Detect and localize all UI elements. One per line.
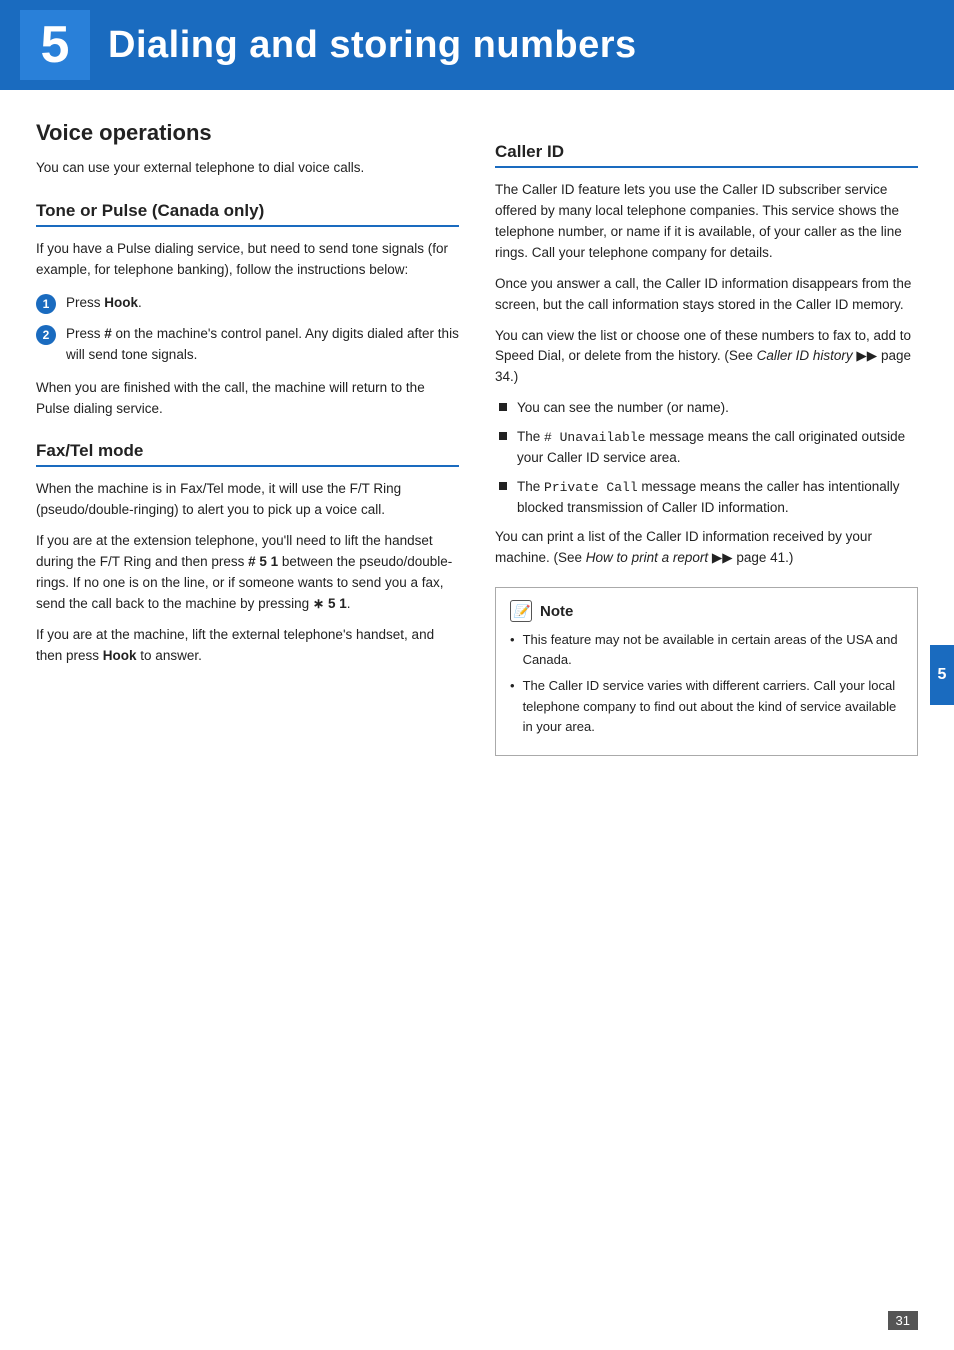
note-item-1-text: This feature may not be available in cer…	[523, 630, 903, 670]
voice-operations-title: Voice operations	[36, 120, 459, 146]
page-number-bar: 31	[888, 1311, 918, 1330]
bullet-2: The # Unavailable message means the call…	[499, 427, 918, 469]
caller-id-para1: The Caller ID feature lets you use the C…	[495, 180, 918, 264]
bullet-1: You can see the number (or name).	[499, 398, 918, 419]
caller-id-history-link: Caller ID history	[757, 348, 853, 363]
step-2: 2 Press # on the machine's control panel…	[36, 324, 459, 366]
step-1: 1 Press Hook.	[36, 293, 459, 314]
bullet-2-icon	[499, 432, 507, 440]
tone-pulse-title: Tone or Pulse (Canada only)	[36, 201, 459, 227]
note-box: 📝 Note • This feature may not be availab…	[495, 587, 918, 756]
unavailable-mono: # Unavailable	[544, 430, 645, 445]
header-banner: 5 Dialing and storing numbers	[0, 0, 954, 90]
step-1-text: Press Hook.	[66, 293, 142, 314]
note-item-1: • This feature may not be available in c…	[510, 630, 903, 670]
note-title: Note	[540, 603, 573, 620]
hook-bold: Hook	[103, 648, 137, 663]
private-call-mono: Private Call	[544, 480, 638, 495]
note-bullet-1: •	[510, 630, 515, 650]
content-area: Voice operations You can use your extern…	[0, 120, 954, 756]
right-column: Caller ID The Caller ID feature lets you…	[495, 120, 918, 756]
step-2-bold: #	[104, 326, 112, 341]
chapter-number: 5	[41, 15, 70, 75]
bullet-3: The Private Call message means the calle…	[499, 477, 918, 519]
tone-pulse-intro: If you have a Pulse dialing service, but…	[36, 239, 459, 281]
bullet-2-text: The # Unavailable message means the call…	[517, 427, 918, 469]
caller-id-para2: Once you answer a call, the Caller ID in…	[495, 274, 918, 316]
fax-tel-para3: If you are at the machine, lift the exte…	[36, 625, 459, 667]
bullet-1-text: You can see the number (or name).	[517, 398, 729, 419]
bullet-3-text: The Private Call message means the calle…	[517, 477, 918, 519]
step-2-text: Press # on the machine's control panel. …	[66, 324, 459, 366]
fax-tel-title: Fax/Tel mode	[36, 441, 459, 467]
step-2-circle: 2	[36, 325, 56, 345]
chapter-title: Dialing and storing numbers	[108, 24, 637, 67]
bullet-3-icon	[499, 482, 507, 490]
how-to-print-link: How to print a report	[586, 550, 708, 565]
caller-id-title: Caller ID	[495, 142, 918, 168]
note-bullet-2: •	[510, 676, 515, 696]
hash-51-bold: # 5 1	[248, 554, 278, 569]
caller-id-para3: You can view the list or choose one of t…	[495, 326, 918, 389]
caller-id-para4: You can print a list of the Caller ID in…	[495, 527, 918, 569]
tone-pulse-closing: When you are finished with the call, the…	[36, 378, 459, 420]
star-51-bold: ∗ 5 1	[313, 596, 347, 611]
note-header: 📝 Note	[510, 600, 903, 622]
note-item-2-text: The Caller ID service varies with differ…	[523, 676, 903, 736]
step-1-circle: 1	[36, 294, 56, 314]
side-tab: 5	[930, 645, 954, 705]
note-icon: 📝	[510, 600, 532, 622]
fax-tel-para2: If you are at the extension telephone, y…	[36, 531, 459, 615]
fax-tel-para1: When the machine is in Fax/Tel mode, it …	[36, 479, 459, 521]
bullet-1-icon	[499, 403, 507, 411]
steps-list: 1 Press Hook. 2 Press # on the machine's…	[36, 293, 459, 366]
caller-id-bullets: You can see the number (or name). The # …	[499, 398, 918, 519]
page-number-box: 31	[888, 1311, 918, 1330]
step-1-bold: Hook	[104, 295, 138, 310]
chapter-num-box: 5	[20, 10, 90, 80]
voice-operations-intro: You can use your external telephone to d…	[36, 158, 459, 179]
left-column: Voice operations You can use your extern…	[36, 120, 459, 756]
note-item-2: • The Caller ID service varies with diff…	[510, 676, 903, 736]
